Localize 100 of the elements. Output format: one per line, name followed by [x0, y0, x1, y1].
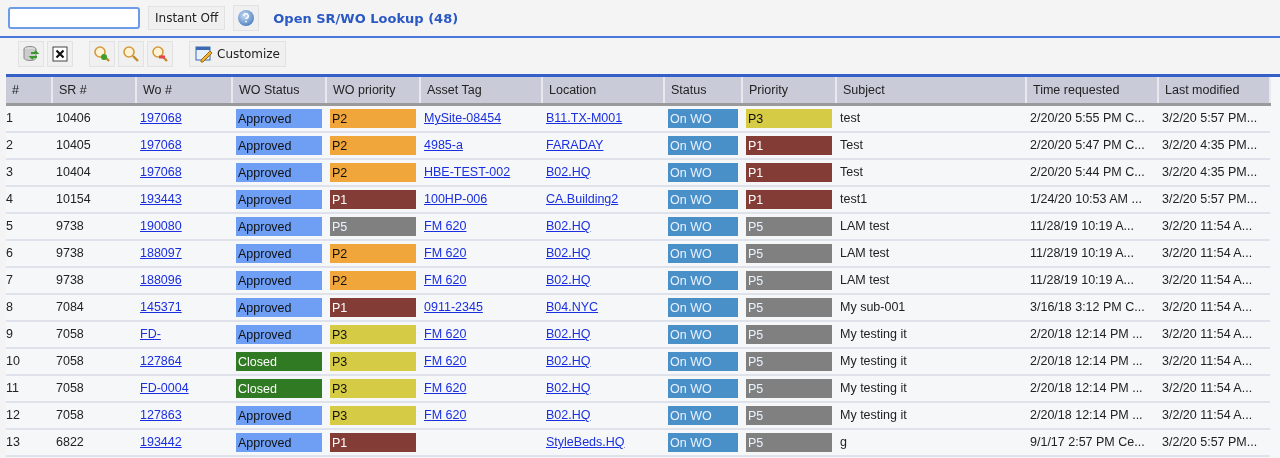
wo-status-badge: Approved [236, 297, 322, 317]
wo-link[interactable]: 193443 [140, 192, 182, 206]
location-link[interactable]: B02.HQ [546, 165, 591, 179]
row-number: 3 [6, 165, 13, 179]
edit-window-icon [195, 45, 213, 63]
time-requested-text: 1/24/20 10:53 AM ... [1030, 192, 1142, 206]
zoom-out-button[interactable] [147, 41, 173, 67]
asset-tag-link[interactable]: FM 620 [424, 273, 467, 287]
location-link[interactable]: B02.HQ [546, 246, 591, 260]
clear-button[interactable] [47, 41, 73, 67]
asset-tag-link[interactable]: FM 620 [424, 354, 467, 368]
row-number: 11 [6, 381, 19, 395]
search-button[interactable] [118, 41, 144, 67]
location-link[interactable]: B02.HQ [546, 327, 591, 341]
asset-tag-link[interactable]: 0911-2345 [424, 300, 483, 314]
column-header[interactable]: Status [664, 77, 742, 105]
last-modified-text: 3/2/20 11:54 A... [1162, 300, 1253, 314]
asset-tag-link[interactable]: FM 620 [424, 381, 467, 395]
location-link[interactable]: B02.HQ [546, 354, 591, 368]
location-link[interactable]: B02.HQ [546, 408, 591, 422]
wo-link[interactable]: 190080 [140, 219, 182, 233]
wo-link[interactable]: 197068 [140, 165, 182, 179]
priority-badge: P5 [746, 432, 832, 452]
asset-tag-link[interactable]: FM 620 [424, 246, 467, 260]
status-badge: On WO [668, 243, 738, 263]
status-badge: On WO [668, 108, 738, 128]
search-field[interactable] [8, 7, 140, 29]
wo-link[interactable]: 127863 [140, 408, 182, 422]
wo-priority-badge: P2 [330, 108, 416, 128]
column-header[interactable]: # [6, 77, 52, 105]
row-number: 6 [6, 246, 13, 260]
subject-text: Test [840, 165, 863, 179]
wo-priority-badge: P2 [330, 270, 416, 290]
location-link[interactable]: B02.HQ [546, 381, 591, 395]
sr-number: 10406 [56, 111, 91, 126]
asset-tag-link[interactable]: FM 620 [424, 327, 467, 341]
priority-badge: P5 [746, 297, 832, 317]
column-header[interactable]: Location [542, 77, 664, 105]
asset-tag-link[interactable]: MySite-08454 [424, 111, 502, 126]
asset-tag-link[interactable]: 4985-a [424, 138, 463, 152]
help-icon [237, 9, 256, 27]
wo-status-badge: Approved [236, 108, 322, 128]
priority-badge: P1 [746, 189, 832, 209]
sr-number: 9738 [56, 246, 84, 260]
asset-tag-link[interactable]: FM 620 [424, 408, 467, 422]
last-modified-text: 3/2/20 5:57 PM... [1162, 435, 1258, 449]
last-modified-text: 3/2/20 11:54 A... [1162, 381, 1253, 395]
row-number: 8 [6, 300, 13, 314]
row-number: 1 [6, 111, 13, 126]
customize-button[interactable]: Customize [189, 41, 286, 67]
help-button[interactable] [233, 5, 260, 31]
sr-number: 10154 [56, 192, 91, 206]
wo-link[interactable]: FD-0004 [140, 381, 189, 395]
wo-link[interactable]: 188096 [140, 273, 182, 287]
row-number: 10 [6, 354, 20, 368]
location-link[interactable]: B02.HQ [546, 273, 591, 287]
zoom-in-button[interactable] [89, 41, 115, 67]
sr-number: 7058 [56, 381, 84, 395]
wo-link[interactable]: FD- [140, 327, 161, 341]
location-link[interactable]: FARADAY [546, 138, 604, 152]
subject-text: My sub-001 [840, 300, 906, 314]
wo-link[interactable]: 197068 [140, 111, 182, 126]
column-header[interactable]: Priority [742, 77, 836, 105]
database-refresh-icon [22, 45, 40, 63]
wo-link[interactable]: 193442 [140, 435, 182, 449]
column-header[interactable]: Time requested [1026, 77, 1158, 105]
status-badge: On WO [668, 189, 738, 209]
column-header[interactable]: Asset Tag [420, 77, 542, 105]
column-header[interactable]: WO Status [232, 77, 326, 105]
column-header[interactable]: Last modified [1158, 77, 1270, 105]
wo-link[interactable]: 127864 [140, 354, 182, 368]
wo-link[interactable]: 145371 [140, 300, 182, 314]
last-modified-text: 3/2/20 11:54 A... [1162, 327, 1253, 341]
time-requested-text: 2/20/20 5:55 PM C... [1030, 111, 1145, 126]
location-link[interactable]: CA.Building2 [546, 192, 619, 206]
wo-link[interactable]: 188097 [140, 246, 182, 260]
lookup-title-link[interactable]: Open SR/WO Lookup (48) [273, 10, 459, 26]
location-link[interactable]: B04.NYC [546, 300, 599, 314]
wo-priority-badge: P2 [330, 243, 416, 263]
last-modified-text: 3/2/20 11:54 A... [1162, 408, 1253, 422]
location-link[interactable]: B02.HQ [546, 219, 591, 233]
status-badge: On WO [668, 324, 738, 344]
instant-toggle-button[interactable]: Instant Off [148, 6, 226, 30]
asset-tag-link[interactable]: 100HP-006 [424, 192, 488, 206]
status-badge: On WO [668, 270, 738, 290]
asset-tag-link[interactable]: HBE-TEST-002 [424, 165, 511, 179]
subject-text: My testing it [840, 354, 907, 368]
wo-link[interactable]: 197068 [140, 138, 182, 152]
time-requested-text: 3/16/18 3:12 PM C... [1030, 300, 1145, 314]
column-header[interactable]: WO priority [326, 77, 420, 105]
zoom-in-icon [93, 45, 111, 63]
asset-tag-link[interactable]: FM 620 [424, 219, 467, 233]
priority-badge: P1 [746, 162, 832, 182]
column-header[interactable]: Wo # [136, 77, 232, 105]
location-link[interactable]: StyleBeds.HQ [546, 435, 625, 449]
priority-badge: P5 [746, 351, 832, 371]
column-header[interactable]: Subject [836, 77, 1026, 105]
location-link[interactable]: B11.TX-M001 [546, 111, 623, 126]
column-header[interactable]: SR # [52, 77, 136, 105]
wo-status-badge: Approved [236, 189, 322, 209]
